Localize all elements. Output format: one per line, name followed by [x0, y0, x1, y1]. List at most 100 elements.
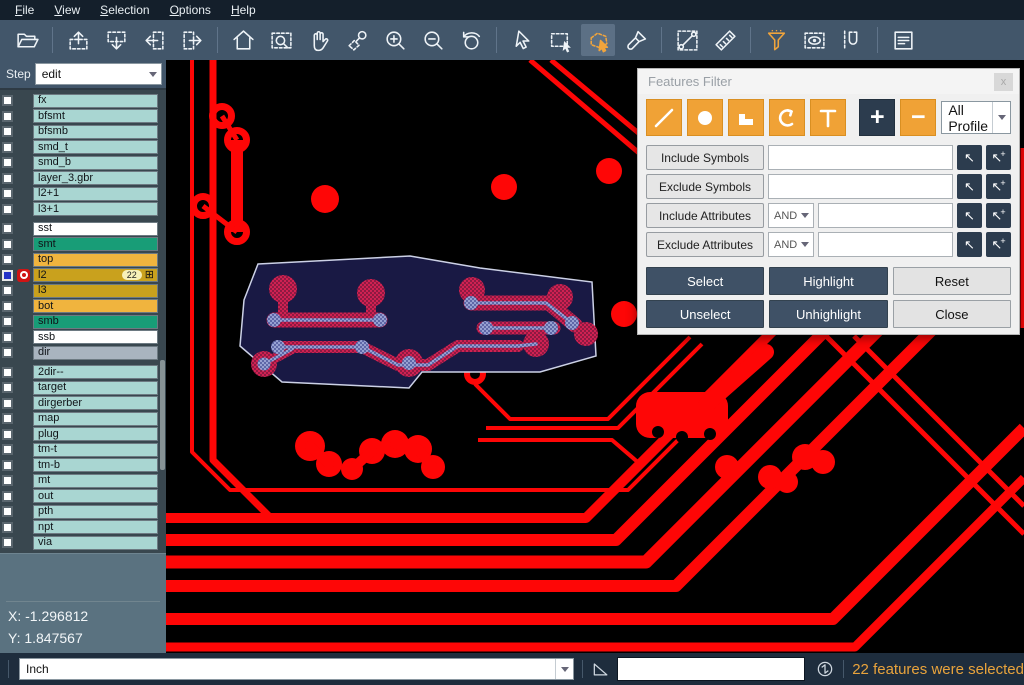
layer-visibility-checkbox[interactable]: [2, 223, 13, 234]
menu-item[interactable]: Options: [161, 1, 220, 19]
layer-row[interactable]: target⊞: [0, 380, 166, 396]
layer-row[interactable]: smt⊞: [0, 237, 166, 253]
layer-row[interactable]: l3⊞: [0, 283, 166, 299]
filter-value-input[interactable]: [818, 232, 953, 257]
pick-from-canvas-button[interactable]: ↖: [957, 174, 982, 199]
layer-row[interactable]: sst⊞: [0, 221, 166, 237]
pan-hand-icon[interactable]: [302, 24, 336, 56]
view-up-icon[interactable]: [61, 24, 95, 56]
layer-list-scrollbar[interactable]: [160, 360, 165, 470]
layer-visibility-checkbox[interactable]: [2, 142, 13, 153]
layer-visibility-checkbox[interactable]: [2, 444, 13, 455]
zoom-object-icon[interactable]: [340, 24, 374, 56]
pick-add-button[interactable]: ↖+: [986, 174, 1011, 199]
brush-select-icon[interactable]: [619, 24, 653, 56]
layer-row[interactable]: 2dir--⊞: [0, 365, 166, 381]
layer-row[interactable]: l2+1⊞: [0, 186, 166, 202]
filter-row-label-button[interactable]: Include Symbols: [646, 145, 764, 170]
view-down-icon[interactable]: [99, 24, 133, 56]
filter-row-label-button[interactable]: Exclude Symbols: [646, 174, 764, 199]
zoom-in-icon[interactable]: [378, 24, 412, 56]
layer-visibility-checkbox[interactable]: [2, 429, 13, 440]
layer-visibility-checkbox[interactable]: [2, 173, 13, 184]
zoom-previous-icon[interactable]: [454, 24, 488, 56]
angle-corner-icon[interactable]: [591, 659, 611, 679]
layer-visibility-checkbox[interactable]: [2, 460, 13, 471]
layer-row[interactable]: tm-t⊞: [0, 442, 166, 458]
menu-item[interactable]: Help: [222, 1, 265, 19]
layer-visibility-checkbox[interactable]: [2, 270, 13, 281]
layer-display-icon[interactable]: [797, 24, 831, 56]
layer-visibility-checkbox[interactable]: [2, 316, 13, 327]
layer-visibility-checkbox[interactable]: [2, 382, 13, 393]
measure-point-icon[interactable]: [670, 24, 704, 56]
layer-row[interactable]: map⊞: [0, 411, 166, 427]
filter-line-button[interactable]: [646, 99, 682, 136]
dialog-action-button[interactable]: Close: [893, 300, 1011, 328]
dialog-action-button[interactable]: Select: [646, 267, 764, 295]
layer-visibility-checkbox[interactable]: [2, 204, 13, 215]
home-icon[interactable]: [226, 24, 260, 56]
layer-visibility-checkbox[interactable]: [2, 332, 13, 343]
filter-text-button[interactable]: [810, 99, 846, 136]
layer-row[interactable]: l222⊞: [0, 268, 166, 284]
layer-row[interactable]: fx⊞: [0, 93, 166, 109]
layer-visibility-checkbox[interactable]: [2, 126, 13, 137]
layer-row[interactable]: tm-b⊞: [0, 458, 166, 474]
layer-row[interactable]: out⊞: [0, 489, 166, 505]
layer-visibility-checkbox[interactable]: [2, 537, 13, 548]
layer-visibility-checkbox[interactable]: [2, 111, 13, 122]
view-right-icon[interactable]: [175, 24, 209, 56]
layer-visibility-checkbox[interactable]: [2, 239, 13, 250]
layer-visibility-checkbox[interactable]: [2, 367, 13, 378]
dialog-action-button[interactable]: Unselect: [646, 300, 764, 328]
zoom-out-icon[interactable]: [416, 24, 450, 56]
layer-visibility-checkbox[interactable]: [2, 522, 13, 533]
menu-item[interactable]: Selection: [91, 1, 158, 19]
layer-visibility-checkbox[interactable]: [2, 285, 13, 296]
layer-visibility-checkbox[interactable]: [2, 95, 13, 106]
dialog-title-bar[interactable]: Features Filter x: [638, 69, 1019, 94]
layer-row[interactable]: smb⊞: [0, 314, 166, 330]
step-dropdown[interactable]: edit: [35, 63, 162, 85]
select-cursor-icon[interactable]: [505, 24, 539, 56]
layer-visibility-checkbox[interactable]: [2, 157, 13, 168]
feature-info-icon[interactable]: [886, 24, 920, 56]
filter-value-input[interactable]: [768, 145, 953, 170]
filter-row-label-button[interactable]: Include Attributes: [646, 203, 764, 228]
layer-row[interactable]: pth⊞: [0, 504, 166, 520]
dialog-action-button[interactable]: Unhighlight: [769, 300, 887, 328]
layer-visibility-checkbox[interactable]: [2, 398, 13, 409]
layer-row[interactable]: bfsmb⊞: [0, 124, 166, 140]
menu-item[interactable]: File: [6, 1, 43, 19]
close-icon[interactable]: x: [994, 73, 1013, 91]
pick-from-canvas-button[interactable]: ↖: [957, 232, 982, 257]
layer-row[interactable]: top⊞: [0, 252, 166, 268]
polygon-select-icon[interactable]: [581, 24, 615, 56]
measure-ruler-icon[interactable]: [708, 24, 742, 56]
layer-row[interactable]: via⊞: [0, 535, 166, 551]
pick-from-canvas-button[interactable]: ↖: [957, 203, 982, 228]
layer-row[interactable]: l3+1⊞: [0, 202, 166, 218]
pick-from-canvas-button[interactable]: ↖: [957, 145, 982, 170]
filter-value-input[interactable]: [768, 174, 953, 199]
layer-visibility-checkbox[interactable]: [2, 254, 13, 265]
layer-visibility-checkbox[interactable]: [2, 301, 13, 312]
operator-dropdown[interactable]: AND: [768, 232, 814, 257]
sync-icon[interactable]: [815, 659, 835, 679]
filter-arc-button[interactable]: [769, 99, 805, 136]
layer-row[interactable]: smd_t⊞: [0, 140, 166, 156]
pick-add-button[interactable]: ↖+: [986, 145, 1011, 170]
snap-icon[interactable]: [835, 24, 869, 56]
layer-visibility-checkbox[interactable]: [2, 475, 13, 486]
layer-row[interactable]: smd_b⊞: [0, 155, 166, 171]
profile-dropdown[interactable]: All Profile: [941, 101, 1011, 134]
dialog-action-button[interactable]: Reset: [893, 267, 1011, 295]
layer-row[interactable]: dirgerber⊞: [0, 396, 166, 412]
menu-item[interactable]: View: [45, 1, 89, 19]
unit-dropdown[interactable]: Inch: [19, 658, 574, 680]
layer-visibility-checkbox[interactable]: [2, 413, 13, 424]
include-mode-button[interactable]: +: [859, 99, 895, 136]
operator-dropdown[interactable]: AND: [768, 203, 814, 228]
layer-row[interactable]: npt⊞: [0, 520, 166, 536]
